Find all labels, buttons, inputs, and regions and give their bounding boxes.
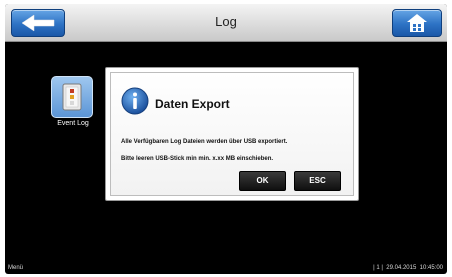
- home-icon: [407, 14, 427, 32]
- dialog-body: Daten Export Alle Verfügbaren Log Dateie…: [110, 72, 354, 196]
- event-log-icon: [62, 83, 82, 111]
- dialog-message-line1: Alle Verfügbaren Log Dateien werden über…: [121, 139, 288, 145]
- status-bar: Menü | 1 | 29.04.2015 10:45:00: [5, 263, 447, 274]
- dialog-title: Daten Export: [155, 97, 230, 111]
- dialog-message-line2: Bitte leeren USB-Stick min min. x.xx MB …: [121, 156, 274, 162]
- home-button[interactable]: [392, 9, 442, 37]
- info-icon: [121, 87, 149, 115]
- event-log-label: Event Log: [57, 120, 89, 127]
- page-title: Log: [215, 14, 237, 29]
- menu-link[interactable]: Menü: [8, 265, 23, 271]
- header-bar: Log: [5, 4, 447, 42]
- device-screen: Log Event Log Daten Export Alle Verfügba…: [5, 4, 447, 274]
- status-datetime: | 1 | 29.04.2015 10:45:00: [373, 265, 443, 271]
- event-log-button[interactable]: [51, 76, 93, 118]
- export-dialog: Daten Export Alle Verfügbaren Log Dateie…: [105, 67, 359, 201]
- ok-button[interactable]: OK: [239, 171, 286, 191]
- esc-button[interactable]: ESC: [294, 171, 341, 191]
